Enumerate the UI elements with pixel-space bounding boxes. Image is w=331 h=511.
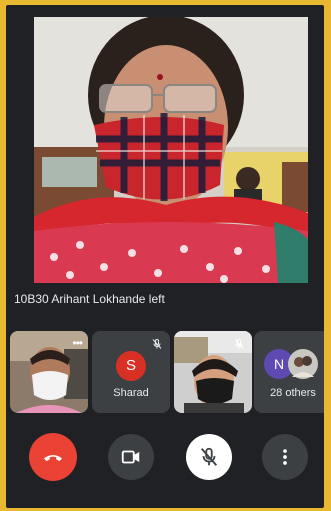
avatar-initial: N — [273, 356, 285, 372]
mic-off-icon — [152, 338, 162, 349]
end-call-button[interactable] — [29, 433, 77, 481]
phone-hangup-icon — [44, 455, 62, 462]
more-options-button[interactable] — [262, 434, 308, 480]
participant-tile-self[interactable]: ••• — [10, 331, 88, 413]
video-camera-icon — [121, 450, 140, 464]
participant-photo-avatar — [288, 349, 318, 379]
camera-toggle-button[interactable] — [108, 434, 154, 480]
participant-tile-video[interactable] — [174, 331, 252, 413]
more-vert-icon — [283, 449, 287, 465]
participant-tile-others[interactable]: N 28 others — [254, 331, 324, 413]
others-avatar-stack: N — [264, 349, 320, 379]
participant-tile-sharad[interactable]: S Sharad — [92, 331, 170, 413]
others-count-label: 28 others — [270, 387, 316, 399]
main-speaker-video[interactable] — [34, 17, 308, 283]
microphone-toggle-button[interactable] — [186, 434, 232, 480]
more-options-icon[interactable]: ••• — [72, 337, 83, 349]
mic-off-icon — [234, 338, 244, 349]
mic-off-icon — [200, 447, 218, 466]
participant-avatar: S — [116, 351, 146, 381]
meet-call-screen: 10B30 Arihant Lokhande left ••• S Sharad — [6, 5, 324, 508]
avatar-initial: S — [125, 357, 136, 374]
participant-left-notification: 10B30 Arihant Lokhande left — [14, 292, 165, 306]
speaker-video-frame — [34, 17, 308, 283]
participant-name: Sharad — [113, 387, 149, 399]
